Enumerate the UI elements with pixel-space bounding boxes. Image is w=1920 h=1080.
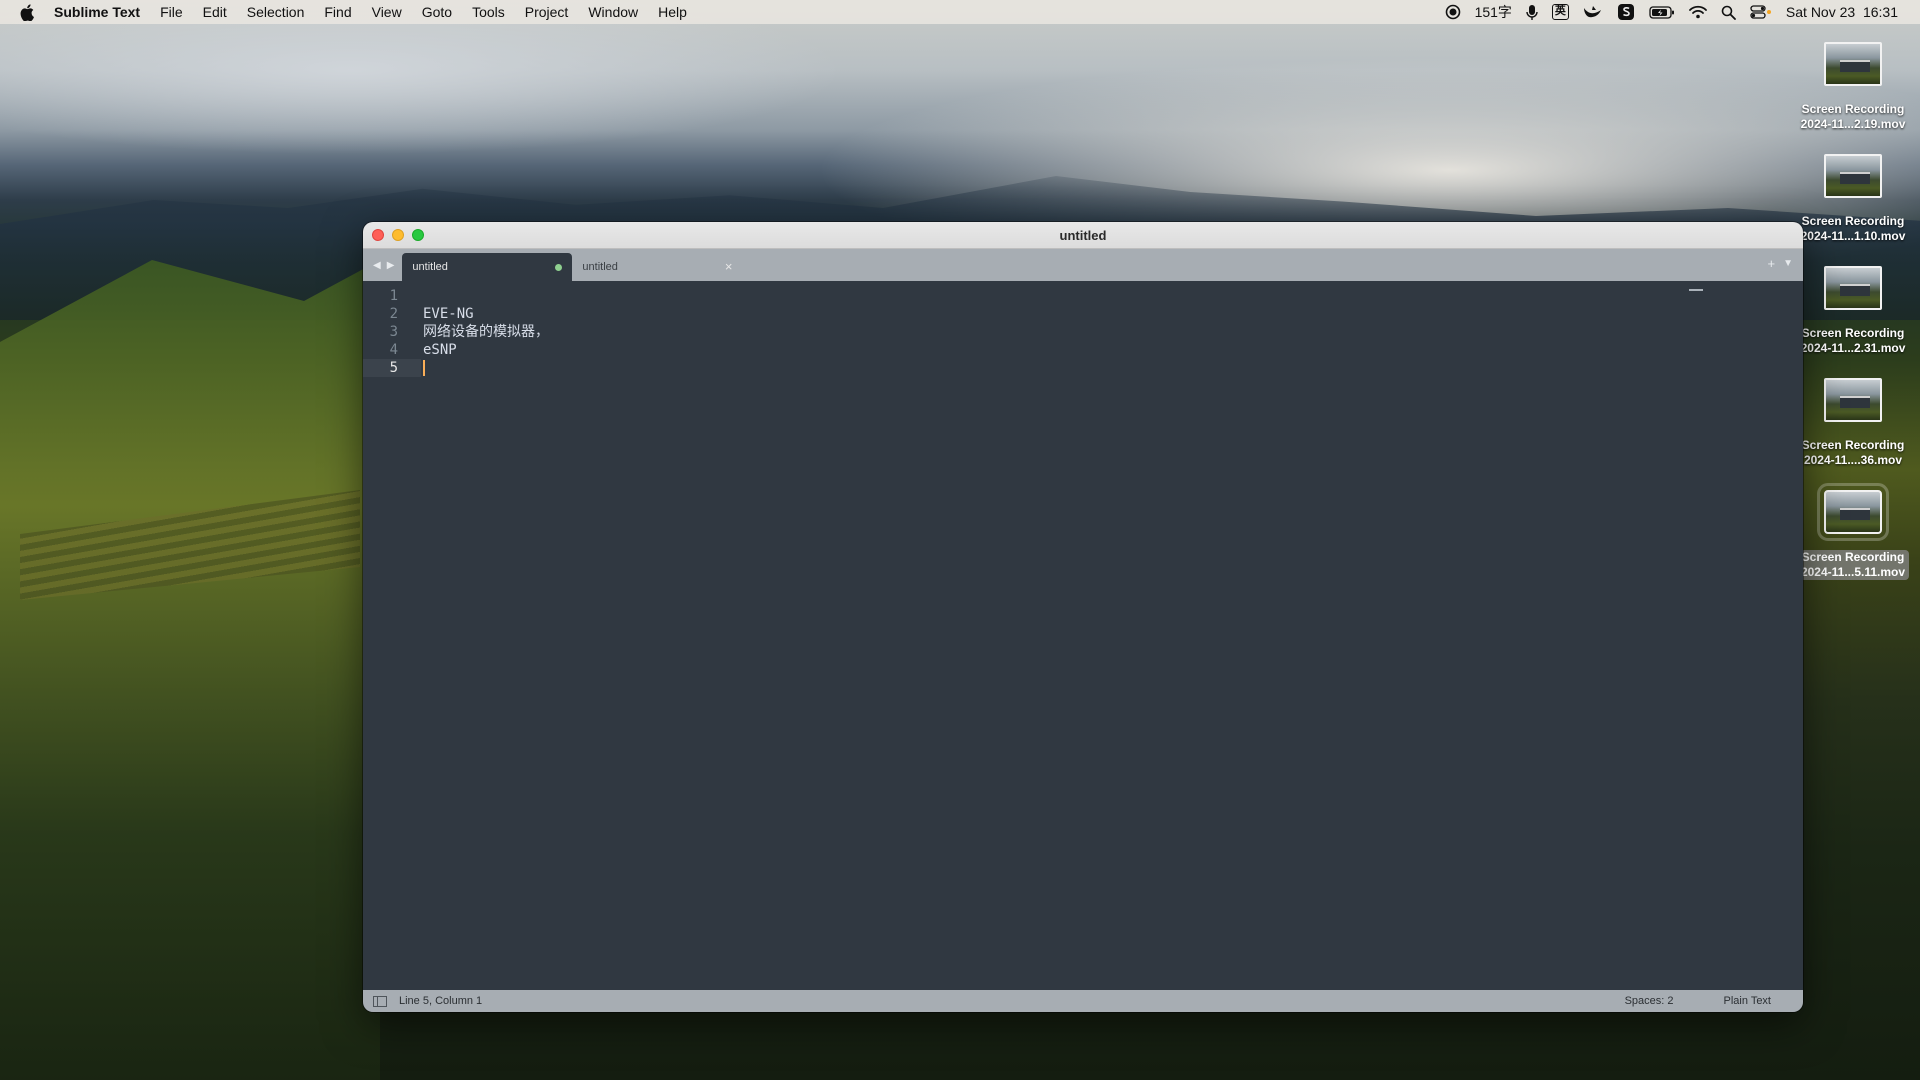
s-app-icon[interactable]: [1617, 3, 1635, 21]
text-cursor: [423, 360, 425, 376]
menu-goto[interactable]: Goto: [422, 4, 452, 20]
sidebar-toggle-icon[interactable]: [373, 995, 387, 1007]
spotlight-search-icon[interactable]: [1721, 3, 1736, 21]
menubar-status-area: 151字 英 Sat Nov 23 16:31: [1445, 3, 1920, 21]
tab-bar-controls: + ▼: [1768, 256, 1794, 271]
code-line[interactable]: eSNP: [423, 341, 549, 359]
tab-untitled[interactable]: untitled ×: [572, 253, 742, 281]
zoom-window-button[interactable]: [412, 229, 424, 241]
sublime-text-window: untitled ◀ ▶ untitled untitled × + ▼ 1 2…: [363, 222, 1803, 1012]
syntax-selector[interactable]: Plain Text: [1724, 995, 1772, 1007]
text-editor-area[interactable]: 1 2 3 4 5 EVE-NG 网络设备的模拟器， eSNP: [363, 281, 1803, 990]
new-tab-plus-icon[interactable]: +: [1768, 256, 1776, 271]
input-method-icon[interactable]: 英: [1551, 3, 1569, 21]
tab-untitled-active[interactable]: untitled: [402, 253, 573, 281]
tab-close-icon[interactable]: ×: [725, 259, 733, 274]
menu-tools[interactable]: Tools: [472, 4, 505, 20]
menubar: Sublime Text File Edit Selection Find Vi…: [0, 0, 1920, 24]
video-thumbnail-icon: [1817, 483, 1889, 541]
video-thumbnail-icon: [1824, 154, 1882, 198]
desktop-file-screen-recording[interactable]: Screen Recording 2024-11...1.10.mov: [1790, 150, 1916, 262]
close-window-button[interactable]: [372, 229, 384, 241]
status-bar-right: Spaces: 2 Plain Text: [1625, 995, 1803, 1007]
tab-back-arrow-icon[interactable]: ◀: [373, 260, 381, 271]
cursor-position[interactable]: Line 5, Column 1: [399, 995, 482, 1007]
video-thumbnail-icon: [1824, 42, 1882, 86]
tab-list-dropdown-icon[interactable]: ▼: [1783, 256, 1793, 271]
minimap[interactable]: [1689, 289, 1703, 291]
file-caption: Screen Recording 2024-11....36.mov: [1801, 438, 1905, 467]
file-caption: Screen Recording 2024-11...2.31.mov: [1800, 326, 1906, 355]
desktop-file-screen-recording[interactable]: Screen Recording 2024-11...2.31.mov: [1790, 262, 1916, 374]
tab-forward-arrow-icon[interactable]: ▶: [387, 260, 395, 271]
video-thumbnail-icon: [1824, 266, 1882, 310]
battery-icon[interactable]: [1649, 3, 1675, 21]
file-caption: Screen Recording 2024-11...2.19.mov: [1800, 102, 1906, 131]
line-number: 1: [389, 288, 398, 304]
control-center-icon[interactable]: [1750, 3, 1772, 21]
apple-menu-icon[interactable]: [18, 3, 36, 21]
unsaved-dot-icon[interactable]: [555, 264, 563, 271]
menu-project[interactable]: Project: [525, 4, 569, 20]
screen-record-icon[interactable]: [1445, 3, 1461, 21]
line-number: 2: [389, 306, 398, 322]
wallpaper-forest: [0, 260, 380, 1080]
indentation-setting[interactable]: Spaces: 2: [1625, 995, 1674, 1007]
menu-find[interactable]: Find: [324, 4, 351, 20]
line-number: 4: [389, 342, 398, 358]
window-title: untitled: [1059, 227, 1107, 243]
line-number-current: 5: [363, 359, 421, 377]
desktop-file-screen-recording-selected[interactable]: Screen Recording 2024-11...5.11.mov: [1790, 483, 1916, 598]
desktop-file-screen-recording[interactable]: Screen Recording 2024-11....36.mov: [1790, 374, 1916, 486]
video-thumbnail-icon: [1824, 378, 1882, 422]
input-method-label: 英: [1551, 4, 1569, 20]
desktop-file-screen-recording[interactable]: Screen Recording 2024-11...2.19.mov: [1790, 38, 1916, 150]
file-caption: Screen Recording 2024-11...5.11.mov: [1796, 550, 1910, 580]
minimize-window-button[interactable]: [392, 229, 404, 241]
line-number: 3: [389, 324, 398, 340]
window-controls: [372, 229, 424, 241]
menu-window[interactable]: Window: [588, 4, 638, 20]
tab-navigation: ◀ ▶: [363, 249, 402, 281]
code-line[interactable]: [423, 287, 549, 305]
menubar-clock[interactable]: Sat Nov 23 16:31: [1786, 3, 1898, 21]
menu-selection[interactable]: Selection: [247, 4, 305, 20]
menu-edit[interactable]: Edit: [203, 4, 227, 20]
word-count-text[interactable]: 151字: [1475, 3, 1512, 21]
bird-app-icon[interactable]: [1583, 3, 1603, 21]
code-line[interactable]: EVE-NG: [423, 305, 549, 323]
tab-label: untitled: [412, 261, 448, 273]
line-number-gutter: 1 2 3 4 5: [363, 287, 421, 377]
status-bar: Line 5, Column 1 Spaces: 2 Plain Text: [363, 990, 1803, 1012]
menu-file[interactable]: File: [160, 4, 183, 20]
microphone-icon[interactable]: [1526, 3, 1538, 21]
code-content[interactable]: EVE-NG 网络设备的模拟器， eSNP: [423, 287, 549, 377]
tab-bar: ◀ ▶ untitled untitled × + ▼: [363, 249, 1803, 281]
code-line[interactable]: 网络设备的模拟器，: [423, 323, 549, 341]
wifi-icon[interactable]: [1689, 3, 1707, 21]
menu-view[interactable]: View: [372, 4, 402, 20]
menu-help[interactable]: Help: [658, 4, 687, 20]
window-titlebar[interactable]: untitled: [363, 222, 1803, 249]
file-caption: Screen Recording 2024-11...1.10.mov: [1800, 214, 1906, 243]
code-line-current[interactable]: [423, 359, 549, 377]
app-name-menu[interactable]: Sublime Text: [54, 4, 140, 20]
tab-label: untitled: [582, 261, 618, 273]
